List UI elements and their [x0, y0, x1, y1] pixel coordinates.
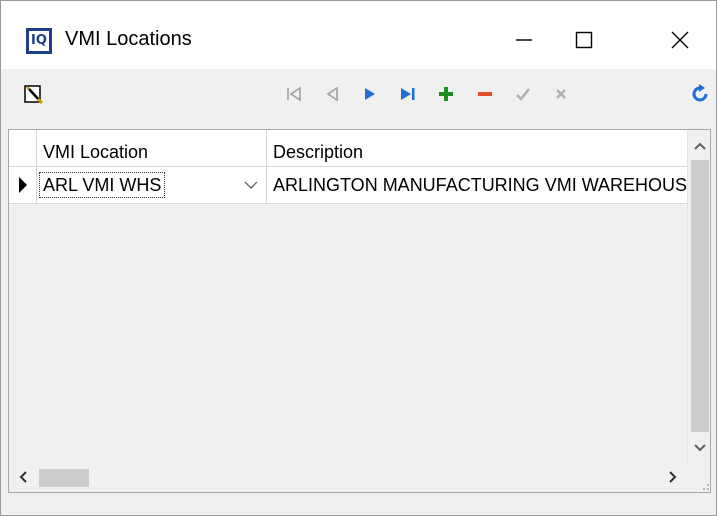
title-bar[interactable]: IQ VMI Locations [1, 1, 716, 69]
scroll-up-button[interactable] [688, 132, 710, 160]
toolbar [1, 69, 716, 121]
close-icon [671, 31, 689, 49]
current-row-indicator [9, 167, 37, 203]
chevron-right-icon [669, 471, 677, 483]
next-record-icon [365, 88, 375, 100]
scroll-left-button[interactable] [9, 462, 37, 492]
first-record-button[interactable] [281, 81, 307, 107]
table-row[interactable]: ARL VMI WHS ARLINGTON MANUFACTURING VMI … [9, 167, 687, 204]
chevron-down-icon [694, 444, 706, 452]
vertical-scroll-thumb[interactable] [691, 160, 709, 432]
maximize-icon [575, 31, 593, 49]
refresh-button[interactable] [687, 81, 713, 107]
vmi-location-value[interactable]: ARL VMI WHS [39, 172, 166, 198]
next-record-button[interactable] [357, 81, 383, 107]
cell-description[interactable]: ARLINGTON MANUFACTURING VMI WAREHOUSE [267, 167, 687, 203]
last-record-button[interactable] [395, 81, 421, 107]
x-icon [556, 89, 566, 99]
last-record-icon [401, 88, 415, 100]
checkmark-icon [516, 88, 530, 101]
insert-record-button[interactable] [433, 81, 459, 107]
chevron-down-icon [244, 181, 258, 189]
chevron-left-icon [19, 471, 27, 483]
cell-vmi-location[interactable]: ARL VMI WHS [37, 167, 267, 203]
vmi-locations-grid[interactable]: VMI Location Description ARL VMI WHS ARL… [8, 129, 711, 493]
refresh-icon [692, 84, 708, 102]
horizontal-scroll-thumb[interactable] [39, 469, 89, 487]
maximize-button[interactable] [557, 15, 611, 65]
size-grip[interactable] [687, 462, 710, 492]
prior-record-icon [326, 86, 338, 102]
scroll-right-button[interactable] [659, 462, 687, 492]
grid-header: VMI Location Description [9, 130, 687, 167]
minus-icon [478, 92, 492, 96]
prior-record-button[interactable] [319, 81, 345, 107]
horizontal-scrollbar[interactable] [9, 462, 687, 492]
vertical-scrollbar[interactable] [687, 130, 710, 462]
minimize-button[interactable] [497, 15, 551, 65]
resize-grip-icon [703, 484, 709, 490]
vmi-locations-window: IQ VMI Locations VMI Location Descriptio… [0, 0, 717, 516]
cancel-edit-button[interactable] [548, 81, 574, 107]
current-row-arrow-icon [18, 177, 27, 193]
scroll-down-button[interactable] [688, 434, 710, 462]
indicator-column-header [9, 130, 37, 166]
window-title: VMI Locations [65, 28, 192, 50]
plus-icon [439, 87, 453, 101]
dropdown-button[interactable] [244, 167, 258, 203]
delete-record-button[interactable] [472, 81, 498, 107]
minimize-icon [516, 39, 532, 41]
edit-mode-button[interactable] [21, 81, 47, 107]
chevron-up-icon [694, 142, 706, 150]
pencil-note-icon [24, 85, 44, 105]
close-button[interactable] [653, 15, 707, 65]
post-edit-button[interactable] [510, 81, 536, 107]
first-record-icon [287, 86, 301, 102]
grid-empty-area[interactable] [9, 204, 687, 462]
column-header-description[interactable]: Description [267, 130, 687, 166]
app-icon: IQ [26, 28, 52, 54]
column-header-vmi-location[interactable]: VMI Location [37, 130, 267, 166]
